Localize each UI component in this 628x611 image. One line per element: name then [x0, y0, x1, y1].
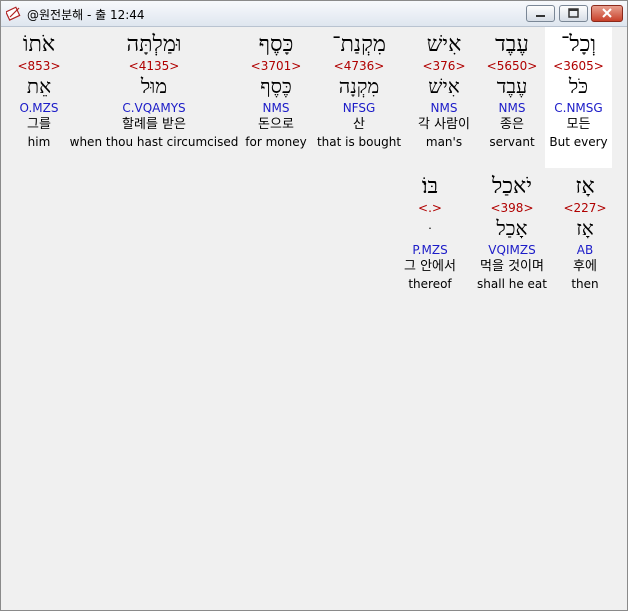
maximize-icon — [568, 8, 579, 18]
korean-gloss: 후에 — [573, 259, 597, 274]
korean-gloss: 모든 — [566, 117, 591, 132]
hebrew-word: מִקְנַת־ — [332, 32, 386, 57]
korean-gloss: 산 — [353, 117, 365, 132]
strong-number[interactable]: <5650> — [481, 58, 543, 74]
hebrew-word: וְכָל־ — [560, 32, 597, 57]
hebrew-word: עֶבֶד — [495, 32, 529, 57]
word-column[interactable]: בּוֹ׃ <.> ּ P.MZS 그 안에서 thereof — [391, 174, 469, 292]
strong-number[interactable]: <853> — [11, 58, 67, 74]
word-column[interactable]: עֶבֶד <5650> עֶבֶד NMS 종은 servant — [481, 32, 543, 150]
english-gloss: for money — [245, 135, 307, 149]
window-title: @원전분해 - 출 12:44 — [27, 8, 145, 22]
morphology-code: NMS — [262, 101, 290, 115]
lemma-word: אָז — [576, 216, 594, 240]
morphology-code: NFSG — [342, 101, 376, 115]
english-gloss: then — [571, 277, 599, 291]
lemma-word: מוּל — [140, 74, 168, 98]
english-gloss: thereof — [408, 277, 452, 291]
english-gloss: him — [27, 135, 51, 149]
lemma-word: ּ — [391, 216, 469, 242]
english-gloss: servant — [489, 135, 535, 149]
lemma-word: כֹּל — [568, 74, 589, 98]
english-gloss: But every — [549, 135, 608, 149]
korean-gloss: 종은 — [500, 117, 524, 132]
word-column[interactable]: וּמַלְתָּה <4135> מוּל C.VQAMYS 할례를 받은 w… — [69, 32, 239, 150]
close-icon — [602, 8, 612, 18]
word-column[interactable]: יֹאכַל <398> אָכַל VQIMZS 먹을 것이며 shall h… — [469, 174, 555, 292]
morphology-code: O.MZS — [19, 101, 59, 115]
korean-gloss: 먹을 것이며 — [480, 259, 544, 274]
word-column[interactable]: מִקְנַת־ <4736> מִקְנָה NFSG 산 that is b… — [312, 32, 406, 150]
english-gloss: man's — [425, 135, 463, 149]
korean-gloss: 각 사람이 — [418, 117, 470, 132]
lemma-word: אָכַל — [496, 216, 528, 240]
lemma-word: אֵת — [26, 74, 52, 98]
strong-number[interactable]: <4736> — [312, 58, 406, 74]
strong-number[interactable]: <3605> — [545, 58, 612, 74]
app-window: @원전분해 - 출 12:44 וְכָל־ <3605> כֹּל C.NMS… — [0, 0, 628, 611]
lemma-word: מִקְנָה — [338, 74, 380, 98]
korean-gloss: 그를 — [27, 117, 51, 132]
hebrew-word: יֹאכַל — [491, 174, 532, 199]
app-icon[interactable] — [6, 5, 22, 21]
hebrew-word: בּוֹ׃ — [421, 174, 439, 199]
strong-number[interactable]: <3701> — [241, 58, 311, 74]
english-gloss: that is bought — [316, 135, 402, 149]
hebrew-word: וּמַלְתָּה — [126, 32, 182, 57]
morphology-code: VQIMZS — [488, 243, 536, 257]
word-column[interactable]: כָּסֶף <3701> כֶּסֶף NMS 돈으로 for money — [241, 32, 311, 150]
morphology-code: NMS — [498, 101, 526, 115]
word-column[interactable]: אֹתוֹ <853> אֵת O.MZS 그를 him — [11, 32, 67, 150]
close-button[interactable] — [591, 5, 623, 22]
korean-gloss: 돈으로 — [258, 117, 294, 132]
morphology-code: AB — [576, 243, 594, 257]
strong-number[interactable]: <4135> — [69, 58, 239, 74]
korean-gloss: 그 안에서 — [404, 259, 456, 274]
english-gloss: when thou hast circumcised — [69, 135, 239, 149]
strong-number[interactable]: <398> — [469, 200, 555, 216]
hebrew-word: כָּסֶף — [258, 32, 294, 57]
lemma-word: כֶּסֶף — [260, 74, 292, 98]
hebrew-word: אָז — [575, 174, 595, 199]
lemma-word: אִישׁ — [428, 74, 460, 98]
title-bar[interactable]: @원전분해 - 출 12:44 — [1, 1, 627, 27]
maximize-button[interactable] — [559, 5, 588, 22]
strong-number[interactable]: <376> — [407, 58, 481, 74]
english-gloss: shall he eat — [477, 277, 547, 291]
word-column[interactable]: אִישׁ <376> אִישׁ NMS 각 사람이 man's — [407, 32, 481, 150]
word-column[interactable]: אָז <227> אָז AB 후에 then — [555, 174, 615, 292]
strong-number[interactable]: <227> — [555, 200, 615, 216]
minimize-button[interactable] — [526, 5, 555, 22]
morphology-code: C.VQAMYS — [122, 101, 186, 115]
lemma-word: עֶבֶד — [496, 74, 528, 98]
hebrew-word: אִישׁ — [426, 32, 462, 57]
morphology-code: NMS — [430, 101, 458, 115]
morphology-code: P.MZS — [412, 243, 448, 257]
minimize-icon — [536, 15, 545, 17]
interlinear-view[interactable]: וְכָל־ <3605> כֹּל C.NMSG 모든 But every ע… — [7, 27, 621, 606]
korean-gloss: 할례를 받은 — [122, 117, 186, 132]
strong-number[interactable]: <.> — [391, 200, 469, 216]
hebrew-word: אֹתוֹ — [22, 32, 56, 57]
word-column[interactable]: וְכָל־ <3605> כֹּל C.NMSG 모든 But every — [545, 32, 612, 150]
morphology-code: C.NMSG — [554, 101, 603, 115]
